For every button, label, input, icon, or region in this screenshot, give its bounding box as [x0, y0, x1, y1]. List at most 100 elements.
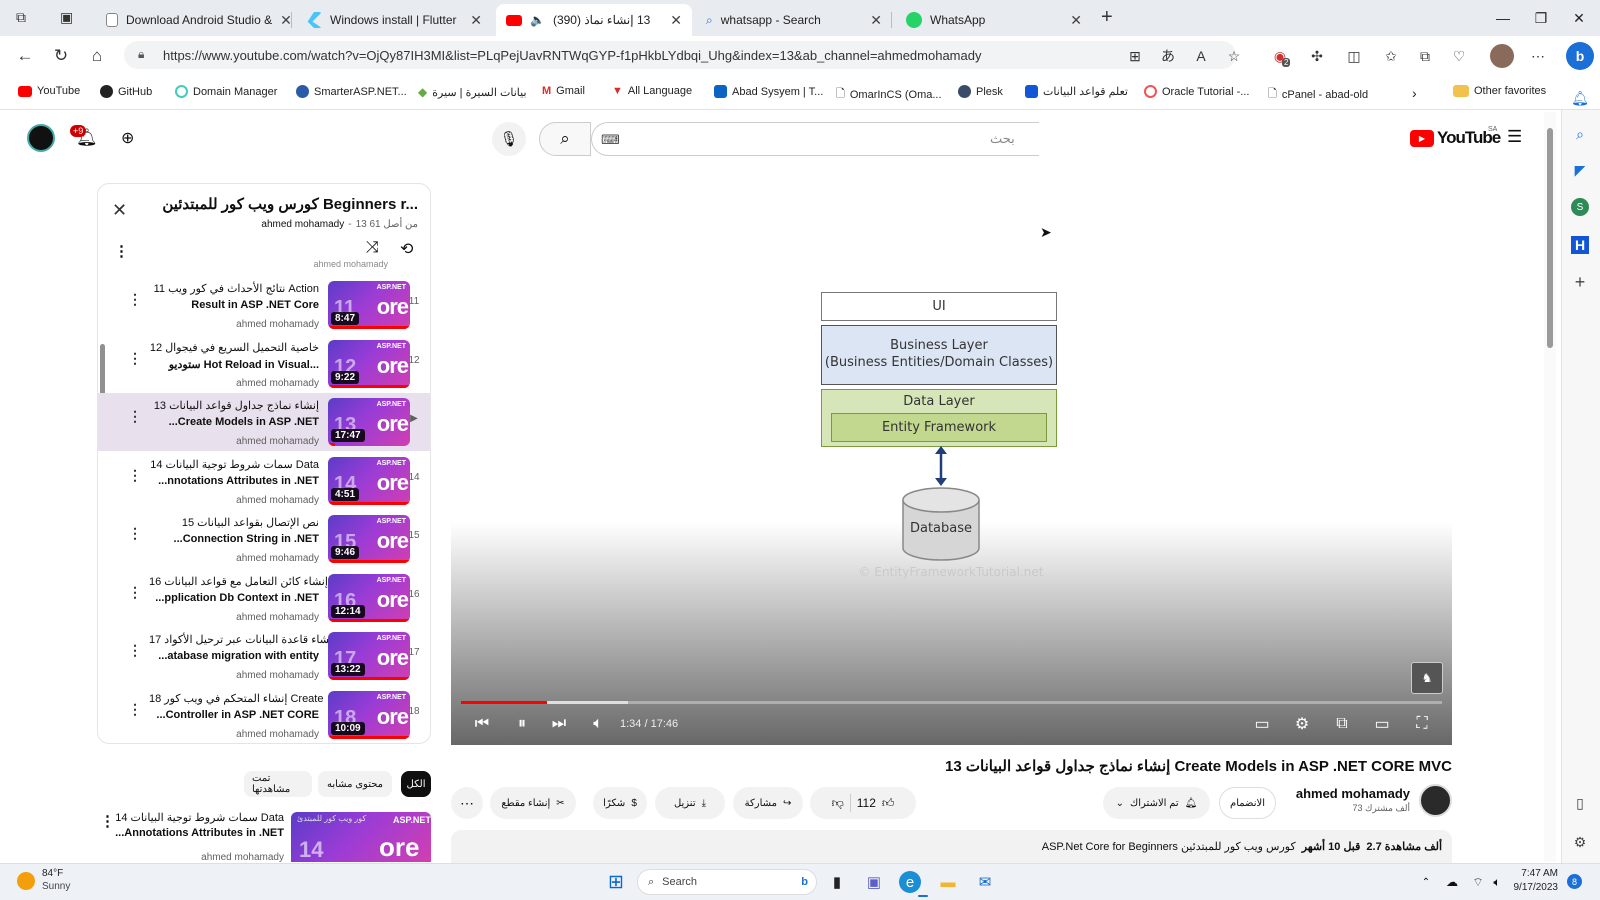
- more-actions-icon[interactable]: ⋯: [451, 787, 483, 819]
- mic-icon[interactable]: 🎙︎: [492, 122, 526, 156]
- fav-oracle[interactable]: Oracle Tutorial -...: [1144, 85, 1249, 98]
- join-button[interactable]: الانضمام: [1219, 787, 1276, 819]
- related-thumbnail[interactable]: كور ويب كور للمبتدئ ASP.NET ore 14: [291, 812, 431, 862]
- fav-plesk[interactable]: Plesk: [958, 85, 1003, 98]
- collections-icon[interactable]: ⧉: [1413, 44, 1437, 68]
- tab-whatsapp[interactable]: WhatsApp ✕: [896, 4, 1092, 36]
- keyboard-icon[interactable]: ⌨: [601, 132, 620, 148]
- playlist-title[interactable]: كورس ويب كور للمبتدئين Beginners r...: [146, 195, 418, 213]
- next-icon[interactable]: ⏭: [547, 713, 571, 735]
- windows-start-icon[interactable]: ⊞: [604, 870, 628, 894]
- close-tab-icon[interactable]: ✕: [670, 12, 682, 29]
- fav-gmail[interactable]: M Gmail: [542, 85, 585, 97]
- profile-avatar[interactable]: [1490, 44, 1514, 68]
- channel-watermark-icon[interactable]: ♞: [1411, 662, 1443, 694]
- window-close-icon[interactable]: ✕: [1560, 0, 1598, 36]
- fav-all-language[interactable]: ▼ All Language: [612, 85, 692, 97]
- refresh-icon[interactable]: ↻: [47, 44, 75, 68]
- tab-youtube-active[interactable]: 🔈 13 إنشاء نماذ (390) ✕: [496, 4, 692, 36]
- volume-icon[interactable]: 🔈︎: [586, 713, 610, 735]
- fav-domain-manager[interactable]: Domain Manager: [175, 85, 277, 98]
- item-thumbnail[interactable]: ASP.NET 18 ore 10:09: [328, 691, 410, 739]
- workspaces-icon[interactable]: ⧉: [16, 9, 26, 26]
- item-thumbnail[interactable]: ASP.NET 16 ore 12:14: [328, 574, 410, 622]
- tab-whatsapp-search[interactable]: ⌕ whatsapp - Search ✕: [696, 4, 892, 36]
- task-view-icon[interactable]: ▮: [825, 870, 849, 894]
- search-button[interactable]: ⌕: [539, 122, 591, 156]
- fav-omarincs[interactable]: 🗋 OmarInCS (Oma...: [836, 85, 942, 104]
- item-menu-icon[interactable]: ⋮: [128, 585, 142, 599]
- bell-icon[interactable]: 🔔︎: [1570, 88, 1590, 108]
- related-title-line2[interactable]: ...Annotations Attributes in .NET: [112, 827, 284, 839]
- clip-button[interactable]: إنشاء مقطع ✂: [490, 787, 576, 819]
- channel-avatar[interactable]: [1419, 784, 1452, 817]
- favorites-icon[interactable]: ✩: [1379, 44, 1403, 68]
- previous-icon[interactable]: ⏮: [470, 713, 494, 735]
- loop-icon[interactable]: ⟲: [400, 239, 413, 259]
- download-button[interactable]: تنزيل ⤓: [655, 787, 725, 819]
- playlist-item[interactable]: ⋮ 15 نص الإتصال بقواعد البيانات ...Connect…: [98, 510, 430, 568]
- file-explorer-icon[interactable]: ▬: [936, 870, 960, 894]
- create-video-icon[interactable]: ⊕: [121, 128, 134, 148]
- home-icon[interactable]: ⌂: [83, 44, 111, 68]
- restore-icon[interactable]: ❐: [1522, 0, 1560, 36]
- more-menu-icon[interactable]: ⋯: [1526, 44, 1550, 68]
- share-button[interactable]: مشاركة ↪: [733, 787, 803, 819]
- new-tab-icon[interactable]: +: [1101, 6, 1113, 29]
- progress-bar[interactable]: [461, 701, 548, 704]
- minimize-icon[interactable]: —: [1484, 0, 1522, 36]
- playlist-item[interactable]: ⋮ 17 إنشاء قاعدة البيانات عبر ترحيل الأكو…: [98, 627, 430, 685]
- playlist-item[interactable]: ⋮ 16 إنشاء كائن التعامل مع قواعد البيانات…: [98, 569, 430, 627]
- sidebar-s-icon[interactable]: S: [1571, 198, 1589, 216]
- taskbar-search[interactable]: ⌕ Search b: [637, 869, 817, 895]
- split-screen-icon[interactable]: ◫: [1342, 44, 1366, 68]
- fav-smarterasp[interactable]: SmarterASP.NET...: [296, 85, 407, 98]
- item-thumbnail[interactable]: ASP.NET 14 ore 4:51: [328, 457, 410, 505]
- speaker-icon[interactable]: 🔈: [530, 13, 545, 27]
- search-icon[interactable]: ⌕: [1570, 124, 1590, 144]
- settings-icon[interactable]: ⚙: [1570, 832, 1590, 852]
- playlist-menu-icon[interactable]: ⋮: [114, 242, 129, 260]
- fav-github[interactable]: GitHub: [100, 85, 152, 98]
- sidebar-h-icon[interactable]: H: [1571, 236, 1589, 254]
- shopping-icon[interactable]: ◤: [1570, 160, 1590, 180]
- dislike-icon[interactable]: 👎︎: [832, 796, 844, 811]
- item-menu-icon[interactable]: ⋮: [128, 468, 142, 482]
- page-scrollbar-thumb[interactable]: [1547, 128, 1553, 348]
- video-player[interactable]: UI Business Layer (Business Entities/Dom…: [451, 182, 1452, 745]
- teams-chat-icon[interactable]: ▣: [862, 870, 886, 894]
- app-available-icon[interactable]: ⊞: [1123, 44, 1147, 68]
- sidebar-panel-icon[interactable]: ▯: [1570, 793, 1590, 813]
- captions-icon[interactable]: ▭: [1250, 713, 1274, 735]
- playlist-item[interactable]: ⋮ 13 إنشاء نماذج جداول قواعد البيانات ...C…: [98, 393, 430, 451]
- item-menu-icon[interactable]: ⋮: [128, 409, 142, 423]
- close-tab-icon[interactable]: ✕: [470, 12, 482, 29]
- playlist-owner[interactable]: ahmed mohamady: [261, 219, 344, 230]
- fav-sira[interactable]: ◆ بيانات السيرة | سيرة: [418, 85, 527, 99]
- copilot-icon[interactable]: b: [1566, 42, 1594, 70]
- clock-time[interactable]: 7:47 AM: [1500, 868, 1558, 879]
- tab-flutter[interactable]: Windows install | Flutter ✕: [296, 4, 492, 36]
- fav-youtube[interactable]: YouTube: [18, 85, 80, 97]
- like-icon[interactable]: 👍︎: [882, 796, 895, 811]
- item-thumbnail[interactable]: ASP.NET 17 ore 13:22: [328, 632, 410, 680]
- weather-temp[interactable]: 84°F: [42, 868, 63, 879]
- fav-database-learn[interactable]: تعلم قواعد البيانات: [1025, 85, 1128, 98]
- browser-essentials-icon[interactable]: ♡: [1447, 44, 1471, 68]
- back-icon[interactable]: ←: [11, 44, 39, 68]
- chip-watched[interactable]: تمت مشاهدتها: [244, 771, 312, 797]
- item-thumbnail[interactable]: ASP.NET 15 ore 9:46: [328, 515, 410, 563]
- related-title-line1[interactable]: 14 سمات شروط توجية البيانات Data: [112, 811, 284, 824]
- playlist-item[interactable]: ⋮ 12 خاصية التحميل السريع في فيجوال ستوديو…: [98, 335, 430, 393]
- subscribed-button[interactable]: ⌄ تم الاشتراك 🔔︎: [1103, 787, 1210, 819]
- translate-icon[interactable]: あ: [1156, 44, 1180, 68]
- thanks-button[interactable]: شكرًا $: [593, 787, 647, 819]
- item-thumbnail[interactable]: ASP.NET 12 ore 9:22: [328, 340, 410, 388]
- item-menu-icon[interactable]: ⋮: [128, 643, 142, 657]
- youtube-logo[interactable]: ▶ YouTube: [1410, 128, 1501, 148]
- like-count[interactable]: 112: [857, 796, 876, 810]
- read-aloud-icon[interactable]: A: [1189, 44, 1213, 68]
- fav-abad-system[interactable]: Abad Sysyem | T...: [714, 85, 823, 98]
- item-thumbnail[interactable]: ASP.NET 13 ore 17:47: [328, 398, 410, 446]
- add-sidebar-icon[interactable]: +: [1570, 272, 1590, 292]
